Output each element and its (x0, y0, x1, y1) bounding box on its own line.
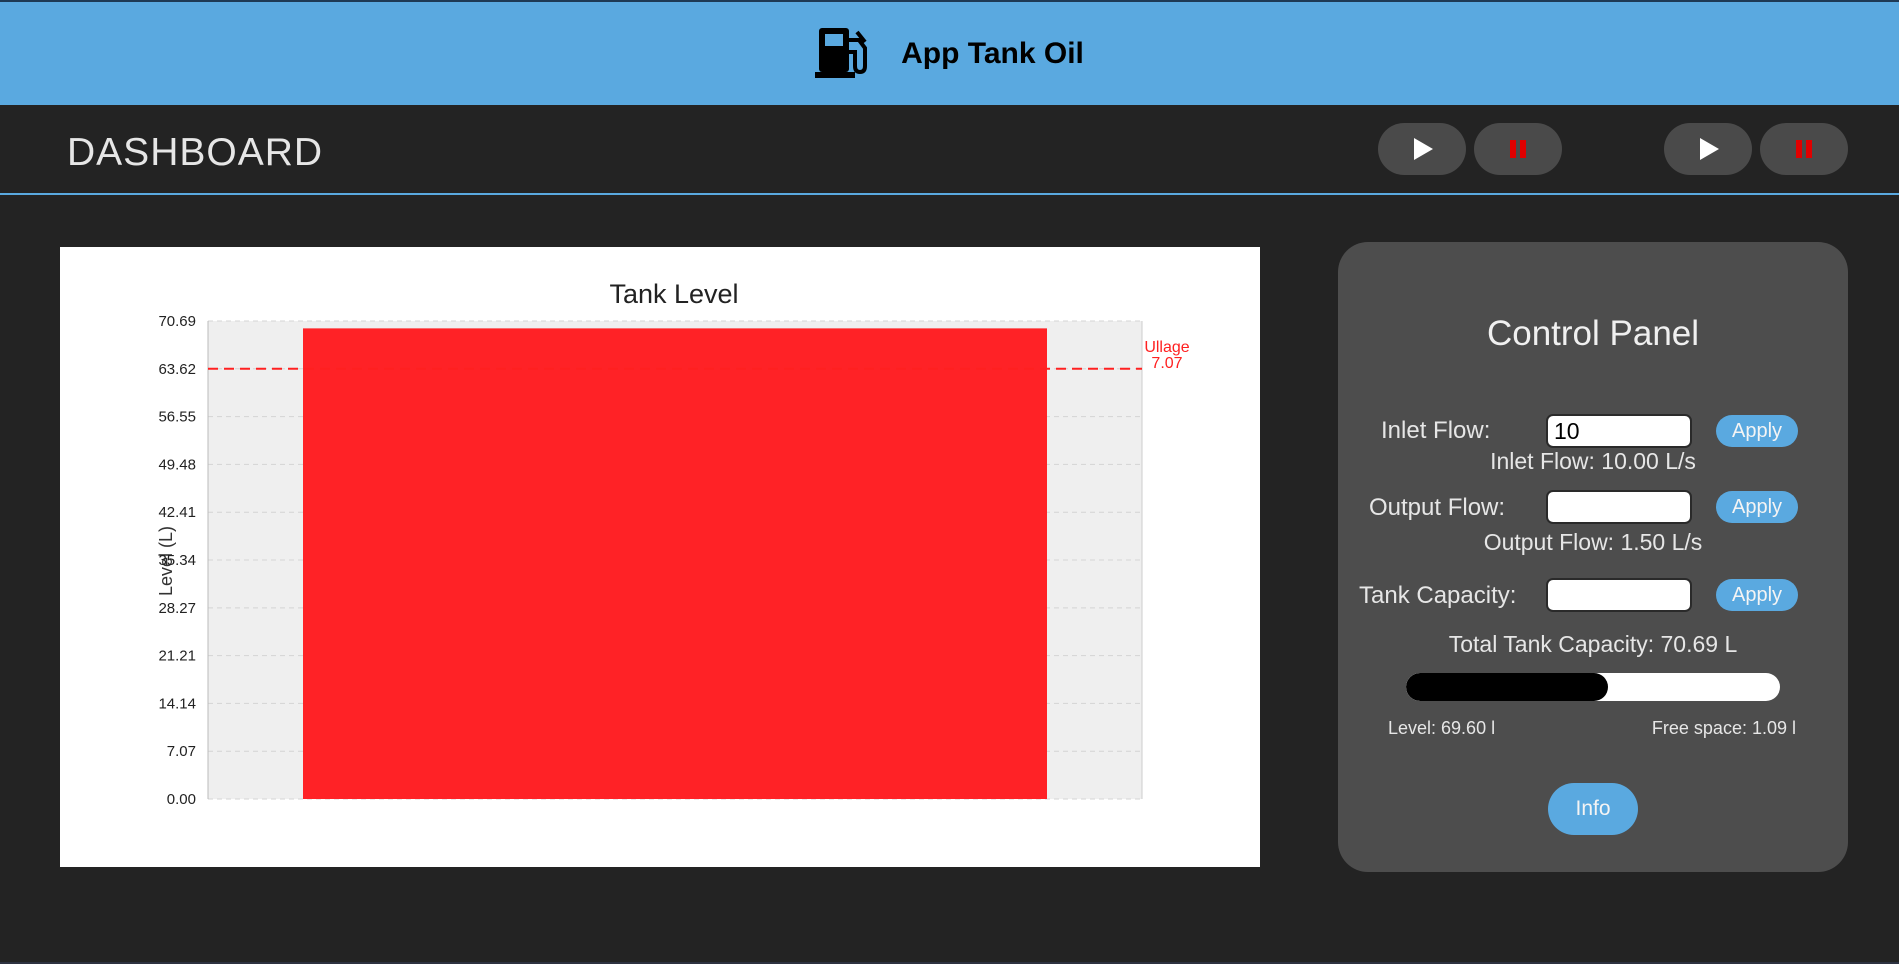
capacity-apply-button[interactable]: Apply (1716, 579, 1798, 611)
play-button-1[interactable] (1378, 123, 1466, 175)
app-header: App Tank Oil (0, 0, 1899, 105)
y-tick-label: 70.69 (158, 313, 196, 330)
level-text: Level: 69.60 l (1388, 718, 1496, 738)
y-tick-label: 0.00 (167, 791, 196, 808)
y-tick-label: 14.14 (158, 695, 196, 712)
chart-svg: Tank Level Level (L) 0.007.0714.1421.212… (156, 279, 1190, 808)
output-flow-label: Output Flow: (1369, 494, 1506, 521)
y-tick-label: 35.34 (158, 552, 196, 569)
play-button-2[interactable] (1664, 123, 1752, 175)
ullage-value-label: 7.07 (1151, 355, 1182, 372)
panel-title: Control Panel (1486, 314, 1700, 353)
y-tick-label: 42.41 (158, 504, 196, 521)
tank-capacity-label: Tank Capacity: (1359, 582, 1517, 609)
inlet-flow-status: Inlet Flow: 10.00 L/s (1490, 448, 1696, 474)
chart-title: Tank Level (609, 279, 738, 309)
level-progress-fill (1406, 673, 1608, 701)
output-flow-status: Output Flow: 1.50 L/s (1483, 529, 1703, 555)
tank-level-chart: Tank Level Level (L) 0.00 7.07 14.14 21.21 2… (60, 247, 1260, 867)
free-space-text: Free space: 1.09 l (1651, 718, 1796, 738)
page-title: DASHBOARD (67, 131, 324, 174)
app-title: App Tank Oil (901, 36, 1084, 70)
pause-icon (1796, 140, 1812, 158)
info-button[interactable]: Info (1548, 783, 1638, 835)
level-progress-bar (1406, 673, 1780, 701)
tank-capacity-input[interactable] (1546, 578, 1692, 612)
y-tick-label: 63.62 (158, 361, 196, 378)
y-tick-label: 56.55 (158, 409, 196, 426)
tank-level-bar (303, 328, 1047, 799)
play-icon (1700, 138, 1719, 160)
brand: App Tank Oil (815, 22, 1084, 85)
pause-button-1[interactable] (1474, 123, 1562, 175)
total-capacity-status: Total Tank Capacity: 70.69 L (1448, 631, 1738, 657)
ullage-label: Ullage (1144, 339, 1189, 356)
navbar: DASHBOARD (0, 105, 1899, 195)
inlet-flow-label: Inlet Flow: (1381, 417, 1491, 444)
y-tick-label: 21.21 (158, 648, 196, 665)
y-tick-label: 49.48 (158, 456, 196, 473)
inlet-apply-button[interactable]: Apply (1716, 415, 1798, 447)
output-apply-button[interactable]: Apply (1716, 491, 1798, 523)
y-tick-label: 7.07 (167, 743, 196, 760)
pause-button-2[interactable] (1760, 123, 1848, 175)
inlet-flow-input[interactable] (1546, 414, 1692, 448)
output-flow-input[interactable] (1546, 490, 1692, 524)
play-icon (1414, 138, 1433, 160)
control-panel: Control Panel Inlet Flow: Apply Inlet Fl… (1338, 242, 1848, 872)
pause-icon (1510, 140, 1526, 158)
fuel-pump-icon (815, 22, 873, 85)
y-tick-label: 28.27 (158, 600, 196, 617)
